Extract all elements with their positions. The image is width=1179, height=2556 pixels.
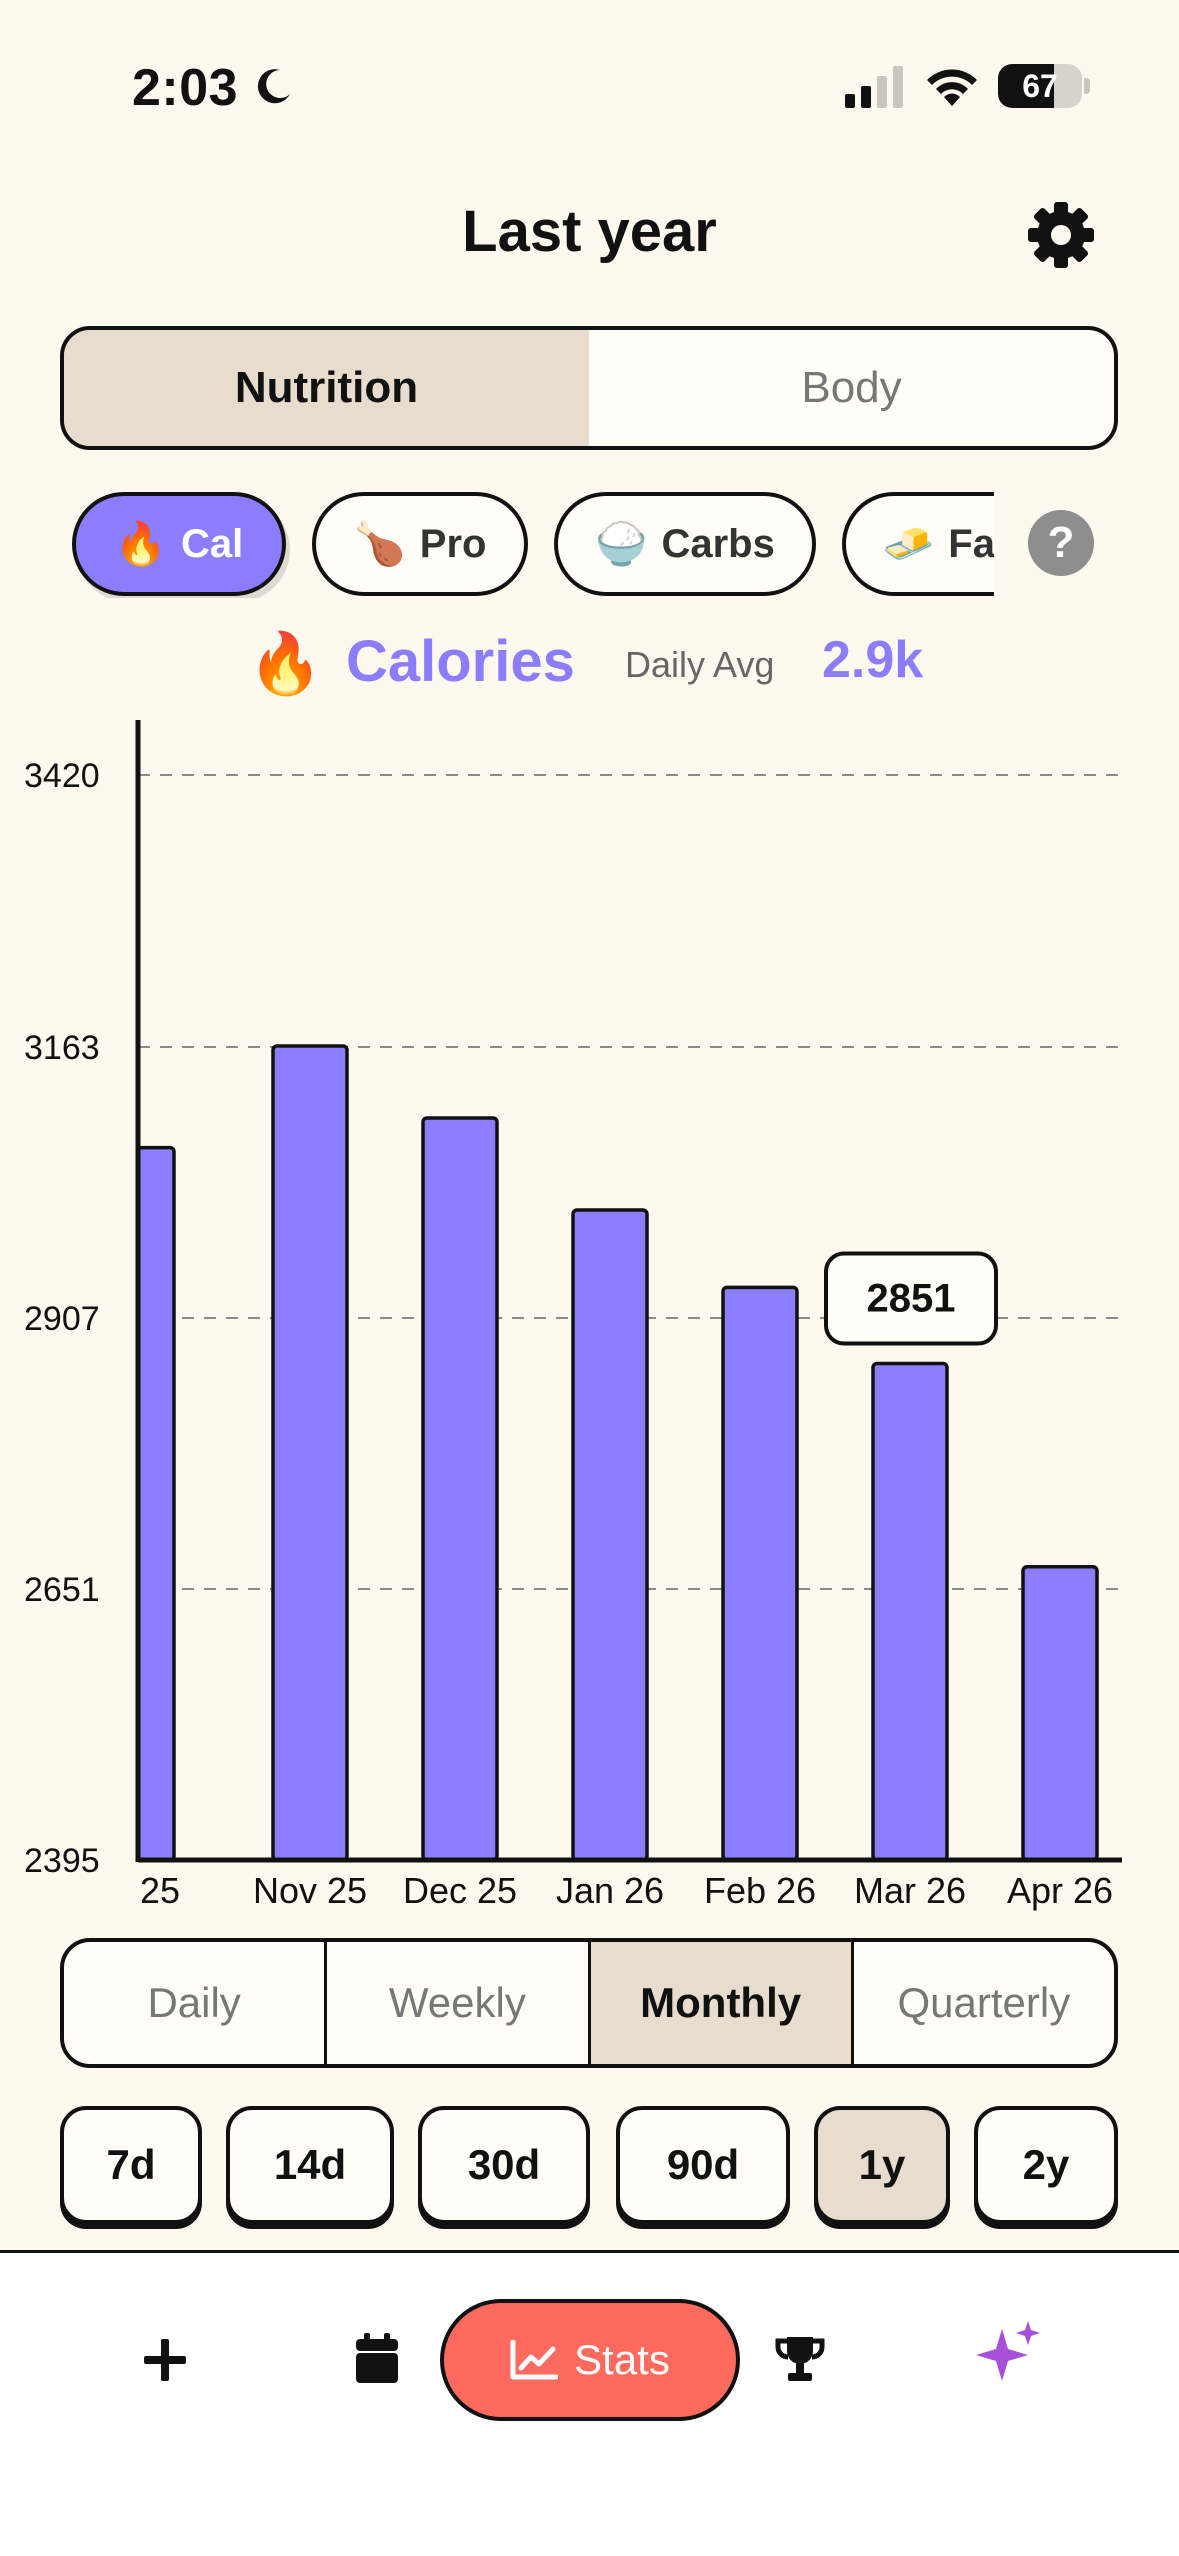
chip-label: Pro (419, 521, 487, 566)
chip-protein[interactable]: 🍗 Pro (312, 492, 528, 596)
calories-bar-chart: 2395 2651 2907 3163 3420 25 Nov 25 Dec 25 Jan 26… (0, 700, 1179, 1920)
sparkles-icon[interactable] (976, 2321, 1042, 2387)
page-title: Last year (462, 199, 717, 264)
range-90d-button[interactable]: 90d (616, 2106, 790, 2224)
drumstick-icon: 🍗 (353, 519, 406, 567)
trophy-icon[interactable] (774, 2335, 826, 2383)
range-30d-button[interactable]: 30d (418, 2106, 590, 2224)
period-weekly[interactable]: Weekly (327, 1942, 591, 2064)
y-tick-label: 2651 (24, 1571, 100, 1609)
x-tick-label: Nov 25 (253, 1870, 367, 1911)
chip-label: Fat (948, 521, 994, 566)
gear-icon[interactable] (1026, 200, 1096, 270)
chart-bar (721, 1285, 799, 1862)
y-tick-label: 3163 (24, 1029, 100, 1067)
period-daily[interactable]: Daily (64, 1942, 328, 2064)
stats-tab-button[interactable]: Stats (440, 2299, 740, 2421)
x-tick-label: Feb 26 (704, 1870, 816, 1911)
chip-calories[interactable]: 🔥 Cal (72, 492, 286, 596)
metric-title: Calories (346, 629, 575, 694)
tooltip-value: 2851 (867, 1277, 956, 1321)
x-tick-label: Apr 26 (1007, 1870, 1113, 1911)
metric-chips: 🔥 Cal 🍗 Pro 🍚 Carbs 🧈 Fat (0, 488, 994, 598)
x-tick-label: Jan 26 (556, 1870, 664, 1911)
battery-icon: 67 (998, 64, 1082, 108)
chart-bar (271, 1044, 349, 1862)
chart-bar (871, 1361, 949, 1862)
range-14d-button[interactable]: 14d (226, 2106, 394, 2224)
daily-avg-label: Daily Avg (625, 644, 775, 685)
chip-carbs[interactable]: 🍚 Carbs (554, 492, 816, 596)
range-7d-button[interactable]: 7d (60, 2106, 202, 2224)
moon-icon (257, 69, 290, 104)
status-time: 2:03 (132, 59, 239, 117)
nutrition-body-toggle: Nutrition Body (60, 326, 1118, 450)
chip-label: Cal (181, 521, 244, 566)
range-2y-button[interactable]: 2y (974, 2106, 1118, 2224)
chart-svg: 2395 2651 2907 3163 3420 25 Nov 25 Dec 25 Jan 26… (24, 720, 1122, 1911)
y-tick-label: 3420 (24, 757, 100, 795)
chart-line-icon (510, 2340, 559, 2380)
chip-fat[interactable]: 🧈 Fat (842, 492, 994, 596)
x-tick-label: Mar 26 (854, 1870, 966, 1911)
x-tick-label: Dec 25 (403, 1870, 517, 1911)
y-tick-label: 2907 (24, 1300, 100, 1338)
stats-tab-label: Stats (574, 2336, 670, 2383)
plus-icon[interactable] (142, 2337, 188, 2383)
tab-nutrition[interactable]: Nutrition (64, 330, 589, 446)
rice-bowl-icon: 🍚 (595, 519, 648, 567)
chart-bar (1021, 1565, 1099, 1862)
battery-percent: 67 (1022, 68, 1058, 104)
calendar-icon[interactable] (354, 2333, 400, 2385)
butter-icon: 🧈 (882, 519, 935, 567)
chart-bar (421, 1116, 499, 1862)
tab-body[interactable]: Body (589, 330, 1114, 446)
chart-bar (136, 1145, 176, 1862)
y-tick-label: 2395 (24, 1842, 100, 1880)
period-selector: Daily Weekly Monthly Quarterly (60, 1938, 1118, 2068)
fire-icon: 🔥 (114, 519, 168, 567)
chip-label: Carbs (661, 521, 775, 566)
help-icon[interactable]: ? (1028, 510, 1094, 576)
cellular-signal-icon (845, 66, 903, 108)
fire-icon: 🔥 (248, 630, 323, 697)
daily-avg-value: 2.9k (822, 631, 924, 689)
status-bar: 2:03 67 (0, 0, 1179, 170)
x-tick-label: 25 (140, 1870, 180, 1911)
chart-bar (571, 1208, 649, 1862)
battery-cap (1084, 78, 1090, 94)
wifi-icon (927, 69, 977, 106)
bottom-tab-bar: Stats (0, 2250, 1179, 2556)
period-quarterly[interactable]: Quarterly (854, 1942, 1114, 2064)
period-monthly[interactable]: Monthly (590, 1942, 854, 2064)
range-1y-button[interactable]: 1y (814, 2106, 950, 2224)
